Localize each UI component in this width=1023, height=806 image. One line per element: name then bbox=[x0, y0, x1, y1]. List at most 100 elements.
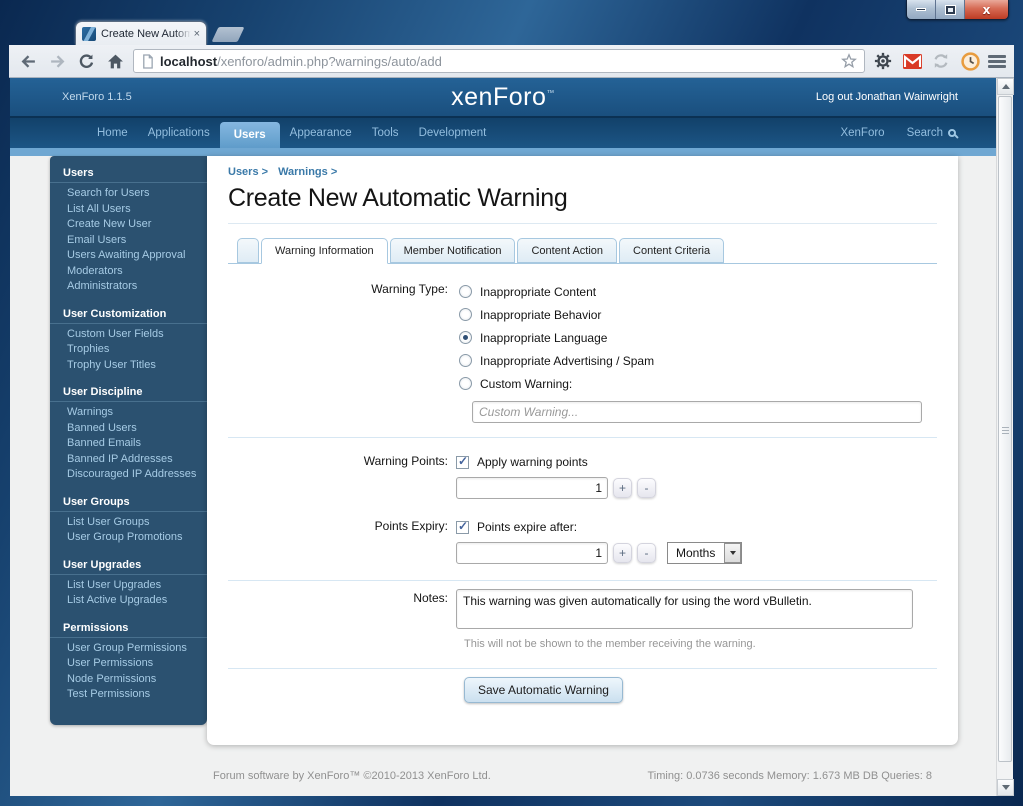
sidebar-item-trophy-user-titles[interactable]: Trophy User Titles bbox=[50, 358, 207, 374]
expiry-decrement-button[interactable]: - bbox=[637, 543, 656, 563]
menu-icon[interactable] bbox=[988, 55, 1006, 68]
submit-row: Save Automatic Warning bbox=[228, 669, 937, 703]
nav-link-xenforo[interactable]: XenForo bbox=[840, 127, 884, 139]
scrollbar-thumb[interactable] bbox=[998, 96, 1012, 762]
sidebar-item-user-permissions[interactable]: User Permissions bbox=[50, 656, 207, 672]
warning-points-row: Warning Points: Apply warning points + - bbox=[228, 452, 937, 499]
nav-item-appearance[interactable]: Appearance bbox=[280, 118, 362, 148]
expiry-increment-button[interactable]: + bbox=[613, 543, 632, 563]
sidebar-item-user-group-permissions[interactable]: User Group Permissions bbox=[50, 641, 207, 657]
url-text[interactable]: localhost/xenforo/admin.php?warnings/aut… bbox=[160, 54, 835, 69]
vertical-scrollbar[interactable] bbox=[996, 78, 1013, 796]
radio-icon[interactable] bbox=[459, 354, 472, 367]
points-increment-button[interactable]: + bbox=[613, 478, 632, 498]
sync-icon[interactable] bbox=[930, 50, 952, 72]
sidebar-item-node-permissions[interactable]: Node Permissions bbox=[50, 672, 207, 688]
refresh-button[interactable] bbox=[75, 50, 97, 72]
nav-item-tools[interactable]: Tools bbox=[362, 118, 409, 148]
sidebar-item-email-users[interactable]: Email Users bbox=[50, 233, 207, 249]
sidebar-item-user-group-promotions[interactable]: User Group Promotions bbox=[50, 530, 207, 546]
breadcrumb-users[interactable]: Users > bbox=[228, 166, 268, 178]
breadcrumb: Users > Warnings > bbox=[228, 166, 937, 178]
points-expire-checkbox[interactable]: Points expire after: bbox=[456, 517, 937, 537]
nav-item-users[interactable]: Users bbox=[220, 122, 280, 148]
tab-member-notification[interactable]: Member Notification bbox=[390, 238, 516, 263]
back-button[interactable] bbox=[17, 50, 39, 72]
scroll-up-button[interactable] bbox=[997, 78, 1014, 95]
xenforo-favicon-icon bbox=[82, 27, 96, 41]
tab-close-icon[interactable]: × bbox=[194, 28, 200, 40]
maximize-icon bbox=[946, 6, 955, 14]
tab-warning-information[interactable]: Warning Information bbox=[261, 238, 388, 264]
radio-custom-warning[interactable]: Custom Warning: bbox=[456, 372, 937, 395]
sidebar-item-banned-users[interactable]: Banned Users bbox=[50, 421, 207, 437]
notes-textarea[interactable]: This warning was given automatically for… bbox=[456, 589, 913, 629]
sidebar-item-search-for-users[interactable]: Search for Users bbox=[50, 186, 207, 202]
custom-warning-input[interactable] bbox=[472, 401, 922, 423]
sidebar-item-warnings[interactable]: Warnings bbox=[50, 405, 207, 421]
sidebar-item-list-user-upgrades[interactable]: List User Upgrades bbox=[50, 578, 207, 594]
sidebar-heading: User Upgrades bbox=[50, 556, 207, 575]
checkbox-icon[interactable] bbox=[456, 456, 469, 469]
radio-inappropriate-content[interactable]: Inappropriate Content bbox=[456, 280, 937, 303]
radio-icon[interactable] bbox=[459, 331, 472, 344]
sidebar-item-banned-emails[interactable]: Banned Emails bbox=[50, 436, 207, 452]
tab-content-action[interactable]: Content Action bbox=[517, 238, 617, 263]
warning-points-input[interactable] bbox=[456, 477, 608, 499]
nav-item-home[interactable]: Home bbox=[87, 118, 138, 148]
breadcrumb-warnings[interactable]: Warnings > bbox=[278, 166, 337, 178]
search-icon bbox=[948, 129, 956, 137]
logout-link[interactable]: Log out Jonathan Wainwright bbox=[816, 91, 958, 103]
warning-form: Warning Type: Inappropriate Content Inap… bbox=[228, 264, 937, 703]
sidebar-item-list-all-users[interactable]: List All Users bbox=[50, 202, 207, 218]
sidebar-heading: User Discipline bbox=[50, 383, 207, 402]
arrow-up-icon bbox=[1002, 84, 1010, 89]
select-dropdown-button[interactable] bbox=[724, 543, 741, 563]
apply-warning-points-checkbox[interactable]: Apply warning points bbox=[456, 452, 937, 472]
tab-stub bbox=[237, 238, 259, 263]
sidebar-item-custom-user-fields[interactable]: Custom User Fields bbox=[50, 327, 207, 343]
radio-icon[interactable] bbox=[459, 377, 472, 390]
scroll-down-button[interactable] bbox=[997, 779, 1014, 796]
subnav-strip bbox=[10, 148, 996, 156]
forward-button[interactable] bbox=[46, 50, 68, 72]
notes-row: Notes: This warning was given automatica… bbox=[228, 589, 937, 632]
bookmark-star-icon[interactable] bbox=[841, 53, 857, 69]
search-label: Search bbox=[907, 127, 943, 139]
sidebar-item-list-user-groups[interactable]: List User Groups bbox=[50, 515, 207, 531]
checkbox-icon[interactable] bbox=[456, 521, 469, 534]
sidebar-item-list-active-upgrades[interactable]: List Active Upgrades bbox=[50, 593, 207, 609]
nav-search[interactable]: Search bbox=[907, 127, 956, 139]
radio-inappropriate-language[interactable]: Inappropriate Language bbox=[456, 326, 937, 349]
save-automatic-warning-button[interactable]: Save Automatic Warning bbox=[464, 677, 623, 703]
expiry-unit-value: Months bbox=[668, 546, 723, 560]
sidebar-item-moderators[interactable]: Moderators bbox=[50, 264, 207, 280]
radio-icon[interactable] bbox=[459, 308, 472, 321]
new-tab-button[interactable] bbox=[212, 27, 245, 42]
radio-icon[interactable] bbox=[459, 285, 472, 298]
sidebar-item-discouraged-ip-addresses[interactable]: Discouraged IP Addresses bbox=[50, 467, 207, 483]
sidebar-item-banned-ip-addresses[interactable]: Banned IP Addresses bbox=[50, 452, 207, 468]
home-button[interactable] bbox=[104, 50, 126, 72]
expiry-value-input[interactable] bbox=[456, 542, 608, 564]
sidebar-item-users-awaiting-approval[interactable]: Users Awaiting Approval bbox=[50, 248, 207, 264]
sidebar-item-create-new-user[interactable]: Create New User bbox=[50, 217, 207, 233]
gmail-icon[interactable] bbox=[901, 50, 923, 72]
gear-icon[interactable] bbox=[872, 50, 894, 72]
minimize-button[interactable] bbox=[907, 0, 936, 19]
tab-content-criteria[interactable]: Content Criteria bbox=[619, 238, 724, 263]
clock-icon[interactable] bbox=[959, 50, 981, 72]
points-decrement-button[interactable]: - bbox=[637, 478, 656, 498]
radio-inappropriate-behavior[interactable]: Inappropriate Behavior bbox=[456, 303, 937, 326]
sidebar-item-administrators[interactable]: Administrators bbox=[50, 279, 207, 295]
maximize-button[interactable] bbox=[936, 0, 965, 19]
nav-item-applications[interactable]: Applications bbox=[138, 118, 220, 148]
address-bar[interactable]: localhost/xenforo/admin.php?warnings/aut… bbox=[133, 49, 865, 73]
expiry-unit-select[interactable]: Months bbox=[667, 542, 742, 564]
sidebar-item-trophies[interactable]: Trophies bbox=[50, 342, 207, 358]
close-button[interactable]: x bbox=[965, 0, 1008, 19]
nav-item-development[interactable]: Development bbox=[409, 118, 497, 148]
radio-inappropriate-advertising[interactable]: Inappropriate Advertising / Spam bbox=[456, 349, 937, 372]
browser-tab[interactable]: Create New Automatic Wa × bbox=[75, 21, 207, 45]
sidebar-item-test-permissions[interactable]: Test Permissions bbox=[50, 687, 207, 703]
